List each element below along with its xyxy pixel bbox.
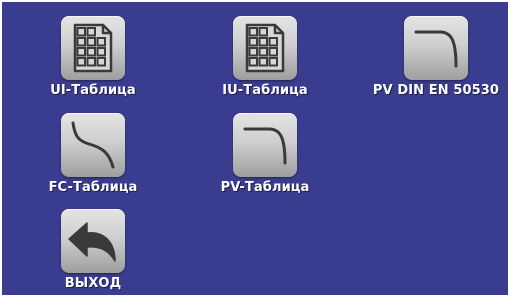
- pv-table-button[interactable]: [233, 113, 297, 177]
- fc-table-button[interactable]: [61, 113, 125, 177]
- ui-table-button[interactable]: [61, 16, 125, 80]
- exit-label: ВЫХОД: [64, 276, 122, 291]
- pv-table-label: PV-Таблица: [220, 180, 310, 195]
- pv-din-en-50530-label: PV DIN EN 50530: [372, 83, 500, 98]
- pv-din-en-50530-button[interactable]: [404, 16, 468, 80]
- menu-screen: UI-Таблица IU-Таблица PV DIN EN 50530 FC…: [0, 0, 510, 297]
- ui-table-label: UI-Таблица: [50, 83, 136, 98]
- iu-table-button[interactable]: [233, 16, 297, 80]
- fc-table-label: FC-Таблица: [48, 180, 138, 195]
- exit-button[interactable]: [61, 209, 125, 273]
- iu-table-label: IU-Таблица: [222, 83, 308, 98]
